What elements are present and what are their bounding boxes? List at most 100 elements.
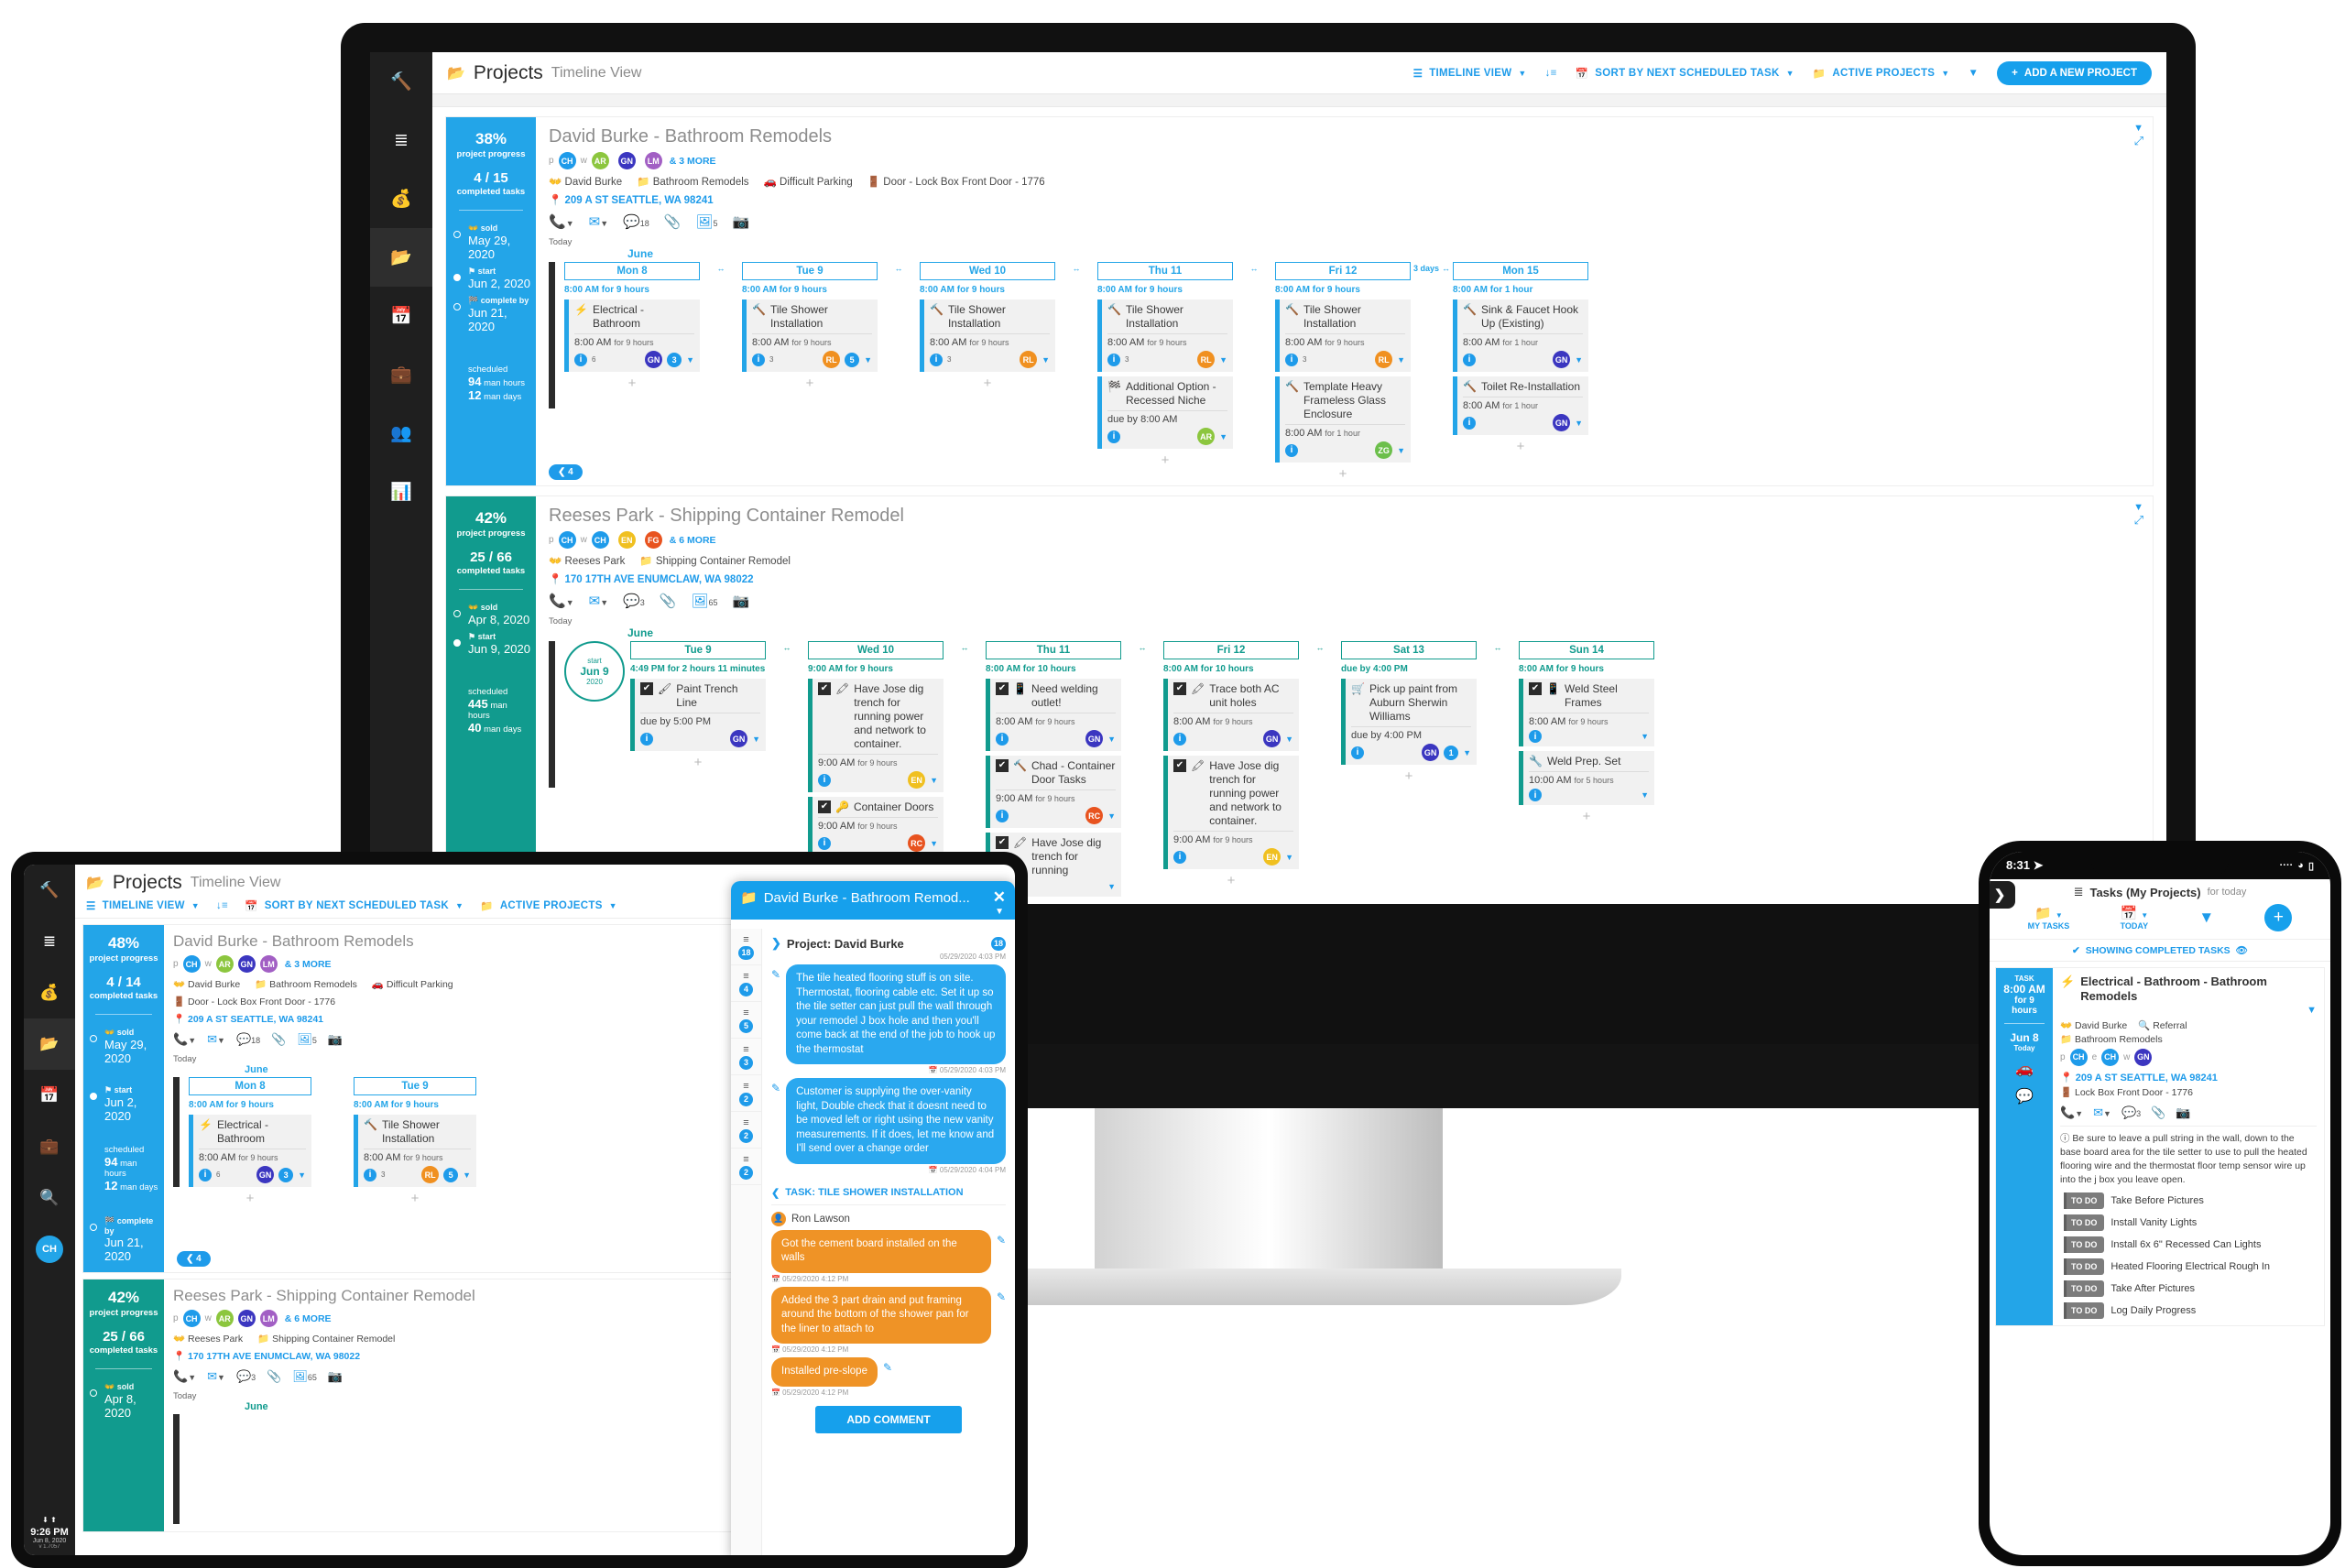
sort-by-button[interactable]: 📅 SORT BY NEXT SCHEDULED TASK ▼ (1576, 67, 1794, 80)
task-link[interactable]: ❮ TASK: TILE SHOWER INSTALLATION (771, 1180, 1006, 1205)
email-icon[interactable]: ✉▼ (207, 1369, 225, 1384)
task-complete-checkbox[interactable]: ✔ (1173, 682, 1186, 695)
task-card[interactable]: 🔨 Template Heavy Frameless Glass Enclosur… (1275, 376, 1411, 463)
drawer-rail-item[interactable]: ≡ 2 (731, 1075, 761, 1112)
showing-completed-tasks-toggle[interactable]: ✔ SHOWING COMPLETED TASKS 👁 (1990, 940, 2330, 962)
expand-icon[interactable]: ⤢ (2134, 513, 2143, 528)
sidebar-item-calendar-icon[interactable]: 📅 (24, 1070, 75, 1121)
add-task-button[interactable]: + (564, 376, 700, 391)
task-card[interactable]: ✔ 🔑 Container Doors 9:00 AM for 9 hours iR… (808, 797, 943, 855)
phone-address[interactable]: 📍 209 A ST SEATTLE, WA 98241 (2060, 1072, 2317, 1083)
avatar[interactable]: RL (1197, 351, 1216, 368)
task-card[interactable]: ✔ 📱 Need welding outlet! 8:00 AM for 9 hou… (986, 679, 1121, 751)
sidebar-item-briefcase-icon[interactable]: 💼 (24, 1121, 75, 1172)
task-complete-checkbox[interactable]: ✔ (996, 682, 1009, 695)
phone-filter-button[interactable]: ▼ (2198, 909, 2214, 927)
comment-bubble[interactable]: Added the 3 part drain and put framing a… (771, 1286, 991, 1345)
task-card[interactable]: 🛒 Pick up paint from Auburn Sherwin Willi… (1341, 679, 1477, 765)
drawer-rail-item[interactable]: ≡ 5 (731, 1002, 761, 1039)
chevron-down-icon[interactable]: ▼ (864, 355, 872, 365)
phone-back-button[interactable]: ❯ (1990, 881, 2015, 909)
task-complete-checkbox[interactable]: ✔ (818, 682, 831, 695)
task-card[interactable]: ✔ 📱 Weld Steel Frames 8:00 AM for 9 hours … (1519, 679, 1654, 746)
add-task-button[interactable]: + (1453, 439, 1588, 454)
avatar[interactable]: RL (823, 351, 841, 368)
phone-my-tasks-button[interactable]: 📁 ▼ MY TASKS (2028, 905, 2070, 931)
info-icon[interactable]: i (640, 732, 653, 746)
info-icon[interactable]: i (1463, 353, 1476, 366)
funnel-icon[interactable]: ▼ (1968, 68, 1979, 79)
task-card[interactable]: 🔨 Tile Shower Installation 8:00 AM for 9 … (1097, 299, 1233, 372)
sort-direction-button[interactable]: ↓≡ (1545, 68, 1557, 79)
step-status-badge[interactable]: TO DO (2060, 1258, 2105, 1276)
comment-count-badge[interactable]: 5 (443, 1167, 459, 1182)
phone-icon[interactable]: 📞▼ (549, 593, 574, 609)
info-icon[interactable]: i (1529, 730, 1542, 743)
add-task-button[interactable]: + (630, 755, 766, 770)
project-name[interactable]: Reeses Park - Shipping Container Remodel (549, 506, 2142, 527)
project-comm-bar[interactable]: 📞▼ ✉▼ 💬18 📎 🖼5 📷 (549, 213, 2142, 230)
avatar[interactable]: RL (1375, 351, 1393, 368)
comment-icon[interactable]: 💬3 (236, 1369, 256, 1384)
sidebar-item-hammer-icon[interactable]: 🔨 (370, 52, 432, 111)
attachment-icon[interactable]: 📎 (271, 1032, 286, 1047)
task-card[interactable]: 🔨 Sink & Faucet Hook Up (Existing) 8:00 A… (1453, 299, 1588, 372)
task-card[interactable]: ⚡ Electrical - Bathroom 8:00 AM for 9 hou… (189, 1115, 311, 1187)
avatar[interactable]: RL (421, 1166, 440, 1183)
info-icon[interactable]: i (1107, 353, 1120, 366)
avatar[interactable]: CH (558, 152, 576, 169)
info-icon[interactable]: i (1285, 353, 1298, 366)
task-card[interactable]: ✔ 🖍 Have Jose dig trench for running power… (1163, 756, 1299, 869)
comment-bubble[interactable]: The tile heated flooring stuff is on sit… (786, 964, 1006, 1065)
task-card[interactable]: ✔ 🖌 Paint Trench Line due by 5:00 PM i GN ▼ (630, 679, 766, 751)
view-mode-button[interactable]: ☰ TIMELINE VIEW ▼ (1413, 67, 1527, 80)
step-status-badge[interactable]: TO DO (2060, 1214, 2105, 1232)
avatar[interactable]: CH (558, 531, 576, 549)
add-task-button[interactable]: + (1519, 809, 1654, 824)
edit-icon[interactable]: ✎ (771, 1078, 780, 1094)
info-icon[interactable]: i (930, 353, 943, 366)
task-card[interactable]: 🔨 Tile Shower Installation 8:00 AM for 9 … (742, 299, 878, 372)
info-icon[interactable]: i (364, 1168, 376, 1181)
step-status-badge[interactable]: TO DO (2060, 1236, 2105, 1254)
task-complete-checkbox[interactable]: ✔ (996, 759, 1009, 772)
chevron-down-icon[interactable]: ▼ (930, 776, 938, 785)
day-header[interactable]: Mon 15 (1453, 262, 1588, 280)
info-icon[interactable]: i (996, 809, 1009, 822)
chevron-down-icon[interactable]: ▼ (1107, 735, 1116, 744)
task-complete-checkbox[interactable]: ✔ (996, 836, 1009, 849)
chevron-down-icon[interactable]: ▼ (1042, 355, 1050, 365)
chevron-down-icon[interactable]: ▼ (1575, 355, 1583, 365)
avatar[interactable]: LM (644, 152, 662, 169)
day-header[interactable]: Tue 9 (742, 262, 878, 280)
task-complete-checkbox[interactable]: ✔ (1529, 682, 1542, 695)
step-status-badge[interactable]: TO DO (2060, 1192, 2105, 1210)
chevron-down-icon[interactable]: ▼ (1107, 811, 1116, 821)
avatar[interactable]: CH (2101, 1048, 2120, 1066)
step-item[interactable]: TO DO Log Daily Progress (2060, 1302, 2317, 1320)
day-header[interactable]: Thu 11 (1097, 262, 1233, 280)
avatar[interactable]: GN (1553, 414, 1571, 431)
phone-add-button[interactable]: + (2264, 904, 2293, 931)
chevron-down-icon[interactable]: ▼ (463, 1171, 471, 1180)
camera-icon[interactable]: 📷 (733, 593, 750, 609)
comment-icon[interactable]: 💬3 (2121, 1105, 2141, 1120)
attachment-icon[interactable]: 📎 (664, 213, 682, 230)
task-complete-checkbox[interactable]: ✔ (818, 800, 831, 813)
task-card[interactable]: 🔨 Tile Shower Installation 8:00 AM for 9 … (354, 1115, 476, 1187)
step-item[interactable]: TO DO Take Before Pictures (2060, 1192, 2317, 1210)
more-people-link[interactable]: & 3 MORE (670, 156, 716, 167)
tablet-view-mode-button[interactable]: ☰ TIMELINE VIEW ▼ (86, 899, 200, 912)
sidebar-item-money-icon[interactable]: 💰 (370, 169, 432, 228)
chevron-down-icon[interactable]: ▼ (995, 907, 1004, 917)
avatar[interactable]: GN (617, 152, 636, 169)
add-task-button[interactable]: + (920, 376, 1055, 391)
camera-icon[interactable]: 📷 (328, 1032, 343, 1047)
day-header[interactable]: Sun 14 (1519, 641, 1654, 659)
info-icon[interactable]: i (1529, 789, 1542, 801)
info-icon[interactable]: i (996, 732, 1009, 746)
task-card[interactable]: 🏁 Additional Option - Recessed Niche due … (1097, 376, 1233, 449)
task-card[interactable]: ✔ 🖍 Trace both AC unit holes 8:00 AM for 9… (1163, 679, 1299, 751)
chevron-down-icon[interactable]: ▼ (930, 839, 938, 848)
avatar[interactable]: RC (908, 834, 926, 852)
